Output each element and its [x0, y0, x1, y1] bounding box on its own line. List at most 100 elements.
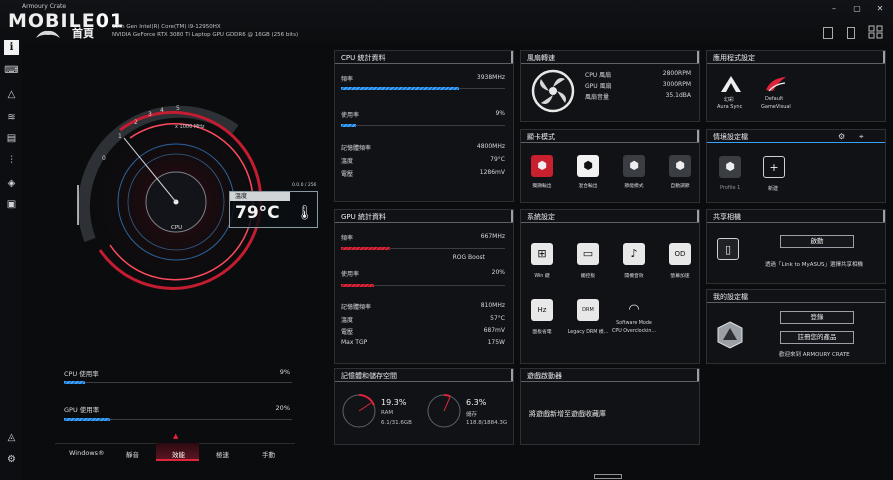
page-scroll-handle[interactable] — [594, 474, 622, 479]
cpu-freq-fill — [341, 87, 460, 90]
gpu-stats-panel[interactable]: GPU 統計資料 頻率 667MHz ROG Boost 使用率 20% 記憶體… — [334, 209, 514, 364]
minimize-button[interactable]: – — [829, 4, 839, 14]
my-profile-panel[interactable]: 我的設定檔 登錄 註冊您的產品 歡迎來到 ARMOURY CRATE — [706, 289, 886, 364]
gpu-mode-panel[interactable]: 顯卡模式 ⬢ 獨顯輸出 ⬢ 混合輸出 ⬢ 節能模式 ⬢ 自動調節 — [520, 129, 700, 203]
device-mode-icon[interactable] — [847, 27, 855, 39]
optimized-mode-icon[interactable]: ⬢ — [669, 155, 691, 177]
gpu-tgp-label: Max TGP — [341, 339, 368, 346]
cpu-mem-freq-value: 4800MHz — [476, 143, 505, 150]
profile-1-label: Profile 1 — [720, 185, 741, 191]
settings-icon: ⚙ — [7, 454, 16, 465]
gpu-usage-fill — [64, 418, 110, 421]
legacy-drm-icon[interactable]: DRM — [577, 299, 599, 321]
grid-view-icon[interactable] — [868, 25, 884, 39]
panel-title: GPU 統計資料 — [341, 213, 386, 221]
gpu-tgp-value: 175W — [487, 339, 505, 346]
close-button[interactable]: ✕ — [875, 4, 885, 14]
panel-tab — [691, 369, 699, 381]
panel-title: 我的設定檔 — [713, 293, 748, 301]
share-camera-text: 透過「Link to MyASUS」選擇共享相機 — [765, 262, 864, 268]
panel-header: 我的設定檔 — [707, 290, 885, 303]
panel-overdrive-label: 螢幕加速 — [670, 274, 690, 279]
gpu-mem-freq-label: 記憶體頻率 — [341, 304, 372, 311]
panel-power-icon[interactable]: Hz — [531, 299, 553, 321]
storage-label: 儲存 — [466, 412, 478, 418]
gpu-usage-track — [64, 418, 292, 421]
panel-title: 顯卡模式 — [527, 133, 555, 141]
panel-title: 系統設定 — [527, 213, 555, 221]
cpu-usage-bar-fill — [341, 124, 356, 127]
sidebar-item-notifications[interactable]: ◬ — [4, 430, 19, 445]
app-settings-panel[interactable]: 應用程式設定 幻彩 Aura Sync Default GameVisual — [706, 50, 886, 122]
login-button[interactable]: 登錄 — [780, 311, 854, 324]
aura-sync-label: Aura Sync — [717, 104, 743, 110]
mode-windows[interactable]: Windows® — [69, 449, 105, 457]
sidebar-item-armoury[interactable]: ≋ — [4, 110, 19, 125]
maximize-button[interactable]: ▢ — [852, 4, 862, 14]
ultimate-mode-icon[interactable]: ⬢ — [531, 155, 553, 177]
new-profile-icon[interactable]: + — [763, 156, 785, 178]
profile-1-icon[interactable]: ⬢ — [719, 156, 741, 178]
panel-power-label: 面板省電 — [532, 330, 552, 335]
sidebar-item-devices[interactable]: ⌨ — [4, 63, 19, 78]
panel-header: 應用程式設定 — [707, 51, 885, 64]
share-camera-panel[interactable]: 共享相機 ▯ 啟動 透過「Link to MyASUS」選擇共享相機 — [706, 209, 886, 284]
panel-tab — [691, 130, 699, 142]
armoury-icon: ≋ — [7, 112, 16, 123]
system-settings-panel[interactable]: 系統設定 ⊞ Win 鍵 ▭ 觸控板 ♪ 開機音效 OD 螢幕加速 Hz 面板省… — [520, 209, 700, 364]
sidebar-item-tuning[interactable]: ⫶ — [4, 153, 19, 168]
sidebar-item-aura[interactable]: △ — [4, 87, 19, 102]
fan-speed-panel[interactable]: 風扇轉速 CPU 風扇 2800RPM GPU 風扇 3000RPM 風扇音量 … — [520, 50, 700, 122]
sidebar-item-home[interactable]: i — [4, 40, 19, 55]
scenario-settings-icon[interactable]: ⚙ — [838, 132, 845, 141]
storage-dial — [427, 394, 461, 428]
tag-icon: ◈ — [7, 178, 16, 189]
panel-title: 記憶體和儲存空間 — [341, 372, 397, 380]
standard-mode-icon[interactable]: ⬢ — [577, 155, 599, 177]
mode-performance[interactable]: 效能 — [172, 449, 185, 459]
boot-sound-icon[interactable]: ♪ — [623, 243, 645, 265]
mode-manual[interactable]: 手動 — [262, 449, 275, 459]
panel-header: 記憶體和儲存空間 — [335, 369, 513, 382]
fan-noise-value: 35.1dBA — [665, 92, 691, 99]
sidebar-item-media[interactable]: ▣ — [4, 197, 19, 212]
windows-key-icon[interactable]: ⊞ — [531, 243, 553, 265]
aura-sync-sub: 幻彩 — [724, 97, 735, 103]
gamevisual-icon[interactable] — [763, 74, 789, 94]
sidebar-item-scenario[interactable]: ▤ — [4, 131, 19, 146]
cpu-freq-value: 3938MHz — [476, 74, 505, 81]
touchpad-icon[interactable]: ▭ — [577, 243, 599, 265]
sidebar-item-settings[interactable]: ⚙ — [4, 452, 19, 467]
panel-tab — [877, 210, 885, 222]
gauge-tick-2: 2 — [134, 119, 138, 126]
window-title: Armoury Crate — [22, 3, 67, 10]
sidebar-item-deals[interactable]: ◈ — [4, 176, 19, 191]
win-key-label: Win 鍵 — [534, 274, 550, 279]
gauge-readout: 0.0.0 / 256 — [292, 183, 317, 188]
software-mode-icon[interactable]: ◠ — [623, 299, 645, 321]
panel-overdrive-icon[interactable]: OD — [669, 243, 691, 265]
gauge-tick-5: 5 — [176, 105, 180, 112]
cpu-stats-panel[interactable]: CPU 統計資料 頻率 3938MHz 使用率 9% 記憶體頻率 4800MHz… — [334, 50, 514, 202]
ram-detail: 6.1/31.6GB — [381, 420, 412, 426]
register-product-button[interactable]: 註冊您的產品 — [780, 331, 854, 344]
panel-title: 情境設定檔 — [713, 133, 748, 141]
mode-silent[interactable]: 靜音 — [126, 449, 139, 459]
tuning-icon: ⫶ — [10, 155, 13, 166]
scenario-profile-panel[interactable]: 情境設定檔 ⚙ ⌖ ⬢ Profile 1 + 新建 — [706, 129, 886, 203]
game-launcher-panel[interactable]: 遊戲啟動器 將遊戲新增至遊戲收藏庫 — [520, 368, 700, 445]
panel-tab — [505, 210, 513, 222]
scenario-crosshair-icon[interactable]: ⌖ — [859, 132, 864, 142]
aura-sync-icon[interactable] — [719, 74, 743, 94]
layout-icon[interactable] — [823, 27, 833, 39]
eco-mode-icon[interactable]: ⬢ — [623, 155, 645, 177]
memory-storage-panel[interactable]: 記憶體和儲存空間 19.3% RAM 6.1/31.6GB 6.3% 儲存 11… — [334, 368, 514, 445]
cpu-usage-track — [64, 381, 292, 384]
mode-turbo[interactable]: 極速 — [216, 449, 229, 459]
panel-tab — [505, 369, 513, 381]
activate-button[interactable]: 啟動 — [780, 235, 854, 248]
scenario-icon: ▤ — [6, 133, 17, 144]
panel-tab — [691, 51, 699, 63]
panel-title: 共享相機 — [713, 213, 741, 221]
gpu-usage-row-value: 20% — [491, 269, 505, 276]
